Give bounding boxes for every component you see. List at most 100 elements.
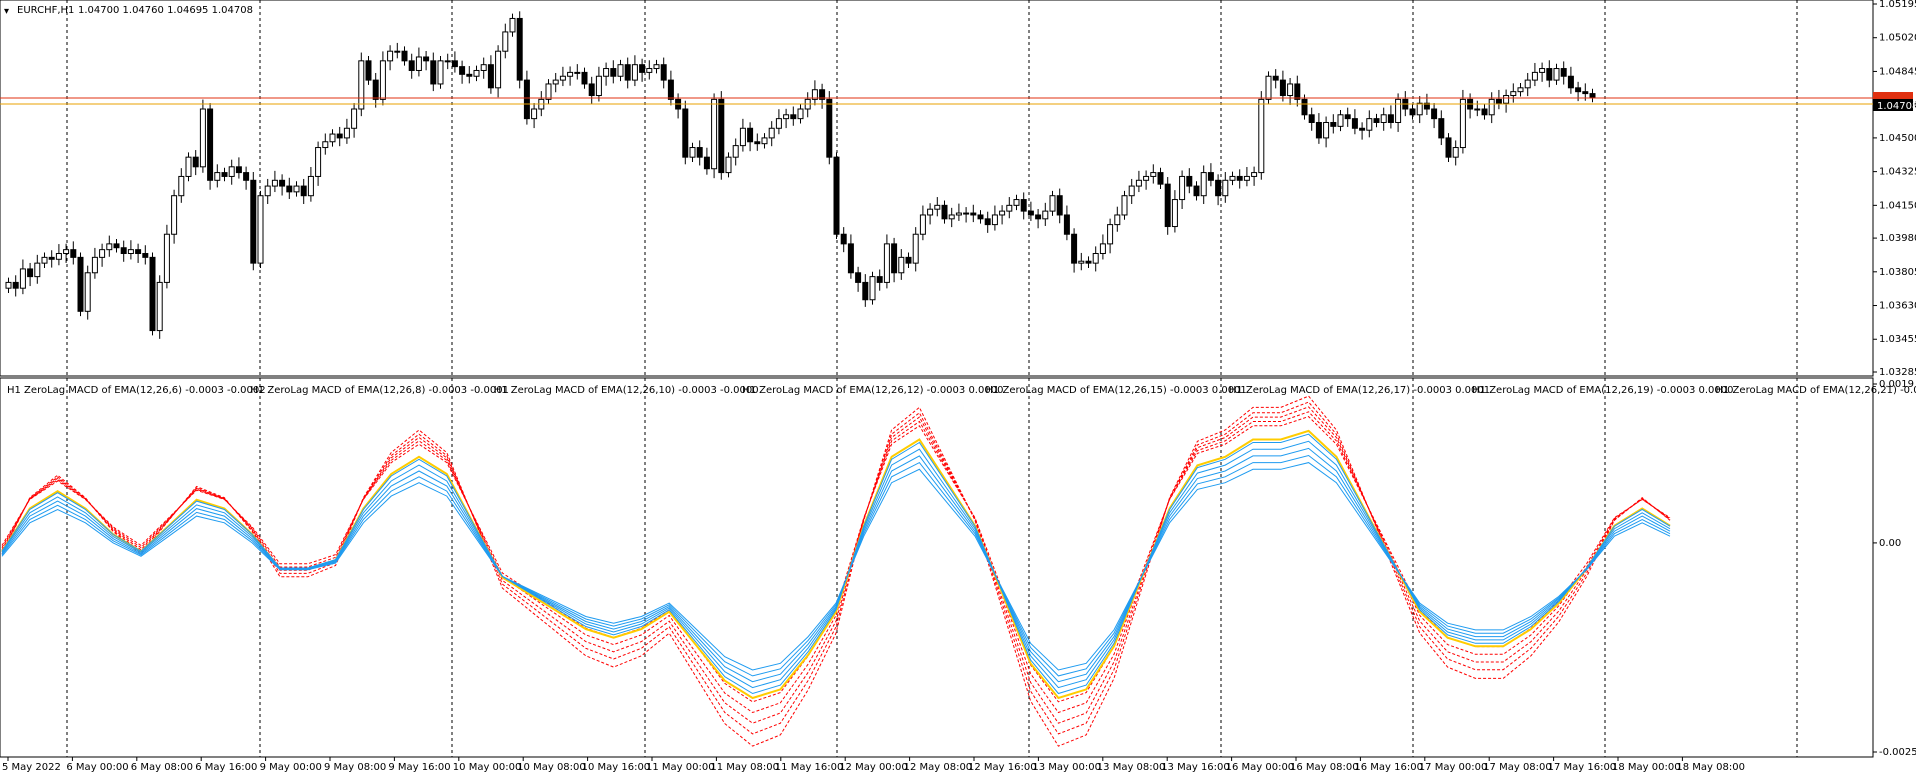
candle-body — [617, 64, 624, 77]
chart-canvas: ▾ EURCHF,H1 1.04700 1.04760 1.04695 1.04… — [0, 0, 1916, 773]
candle-body — [531, 108, 538, 120]
candle-body — [703, 156, 710, 170]
candle-body — [293, 185, 300, 193]
candle-body — [783, 114, 790, 120]
time-label: 12 May 00:00 — [839, 762, 908, 773]
candle-body — [473, 69, 480, 77]
candle-body — [408, 60, 415, 71]
time-label: 6 May 08:00 — [131, 762, 193, 773]
time-label: 10 May 08:00 — [517, 762, 586, 773]
candle-body — [869, 276, 876, 301]
candle-body — [1251, 172, 1258, 177]
candle-body — [459, 66, 466, 75]
candle-body — [257, 195, 264, 264]
candle-body — [660, 64, 667, 81]
candle-body — [1416, 102, 1423, 116]
candle-body — [351, 108, 358, 129]
candle-body — [1049, 195, 1056, 212]
macd-axis-label: -0.0025 — [1879, 747, 1916, 758]
candle-body — [667, 79, 674, 100]
candle-body — [1085, 260, 1092, 264]
candle-body — [250, 179, 257, 264]
indicator-label: H1 ZeroLag MACD of EMA(12,26,6) -0.0003 … — [7, 385, 266, 396]
time-label: 10 May 16:00 — [582, 762, 651, 773]
candle-body — [509, 17, 516, 33]
candle-body — [135, 249, 142, 255]
candle-body — [63, 249, 70, 255]
candle-body — [955, 212, 962, 216]
macd-panel[interactable]: H1 ZeroLag MACD of EMA(12,26,6) -0.0003 … — [0, 377, 1916, 758]
candle-body — [898, 256, 905, 274]
time-label: 18 May 00:00 — [1612, 762, 1681, 773]
candle-body — [221, 172, 228, 177]
indicator-label: H1 ZeroLag MACD of EMA(12,26,8) -0.0003 … — [250, 385, 509, 396]
candle-body — [1107, 224, 1114, 245]
candle-body — [55, 253, 62, 260]
time-label: 18 May 08:00 — [1676, 762, 1745, 773]
candle-body — [1027, 210, 1034, 216]
candle-body — [1546, 68, 1553, 81]
candle-body — [631, 64, 638, 81]
candle-body — [48, 256, 55, 260]
candle-body — [192, 156, 199, 168]
candle-body — [1236, 175, 1243, 181]
candle-body — [387, 50, 394, 62]
candle-body — [941, 204, 948, 220]
candle-body — [307, 175, 314, 197]
candle-body — [487, 64, 494, 89]
indicator-label: H1 ZeroLag MACD of EMA(12,26,10) -0.0003… — [494, 385, 759, 396]
candle-body — [588, 83, 595, 97]
candle-body — [1531, 71, 1538, 81]
candle-body — [516, 17, 523, 81]
candle-body — [279, 179, 286, 187]
candle-body — [27, 268, 34, 278]
candle-body — [84, 272, 91, 312]
candle-body — [1121, 195, 1128, 216]
time-label: 10 May 00:00 — [453, 762, 522, 773]
candle-body — [1503, 95, 1510, 104]
time-label: 9 May 16:00 — [388, 762, 450, 773]
symbol-label: EURCHF,H1 — [17, 5, 74, 16]
price-panel[interactable]: ▾ EURCHF,H1 1.04700 1.04760 1.04695 1.04… — [0, 0, 1874, 377]
candle-body — [912, 233, 919, 264]
candle-body — [243, 172, 250, 181]
candle-body — [739, 127, 746, 147]
candle-body — [934, 204, 941, 210]
candle-body — [34, 262, 41, 278]
candle-body — [948, 214, 955, 220]
candle-body — [552, 79, 559, 85]
time-label: 9 May 00:00 — [260, 762, 322, 773]
candle-body — [437, 60, 444, 85]
candle-body — [711, 98, 718, 170]
candle-body — [1157, 172, 1164, 185]
candle-body — [905, 256, 912, 264]
candle-body — [1229, 175, 1236, 181]
candle-body — [1099, 243, 1106, 255]
candle-body — [120, 247, 127, 255]
candle-body — [1150, 172, 1157, 177]
candle-body — [999, 210, 1006, 216]
candle-body — [725, 156, 732, 174]
candle-body — [732, 145, 739, 158]
candle-body — [624, 64, 631, 81]
candle-body — [1380, 114, 1387, 123]
candle-body — [1179, 175, 1186, 201]
candle-body — [1344, 114, 1351, 120]
candle-body — [1474, 108, 1481, 111]
time-label: 11 May 00:00 — [646, 762, 715, 773]
candle-body — [466, 73, 473, 77]
time-axis: 5 May 2022 6 May 00:00 6 May 08:00 6 May 16… — [2, 757, 1745, 773]
candle-body — [790, 114, 797, 120]
candle-body — [1222, 179, 1229, 197]
macd-axis-label: 0.00 — [1879, 538, 1901, 549]
candle-body — [1438, 118, 1445, 139]
candle-body — [1258, 98, 1265, 174]
candle-body — [567, 71, 574, 77]
chart-expand-arrow[interactable]: ▾ — [4, 6, 9, 17]
candle-body — [336, 133, 343, 139]
candle-body — [1301, 98, 1308, 116]
indicator-label: H1 ZeroLag MACD of EMA(12,26,12) -0.0003… — [742, 385, 1003, 396]
candle-body — [502, 31, 509, 52]
candle-body — [106, 243, 113, 251]
candle-body — [1510, 91, 1517, 97]
